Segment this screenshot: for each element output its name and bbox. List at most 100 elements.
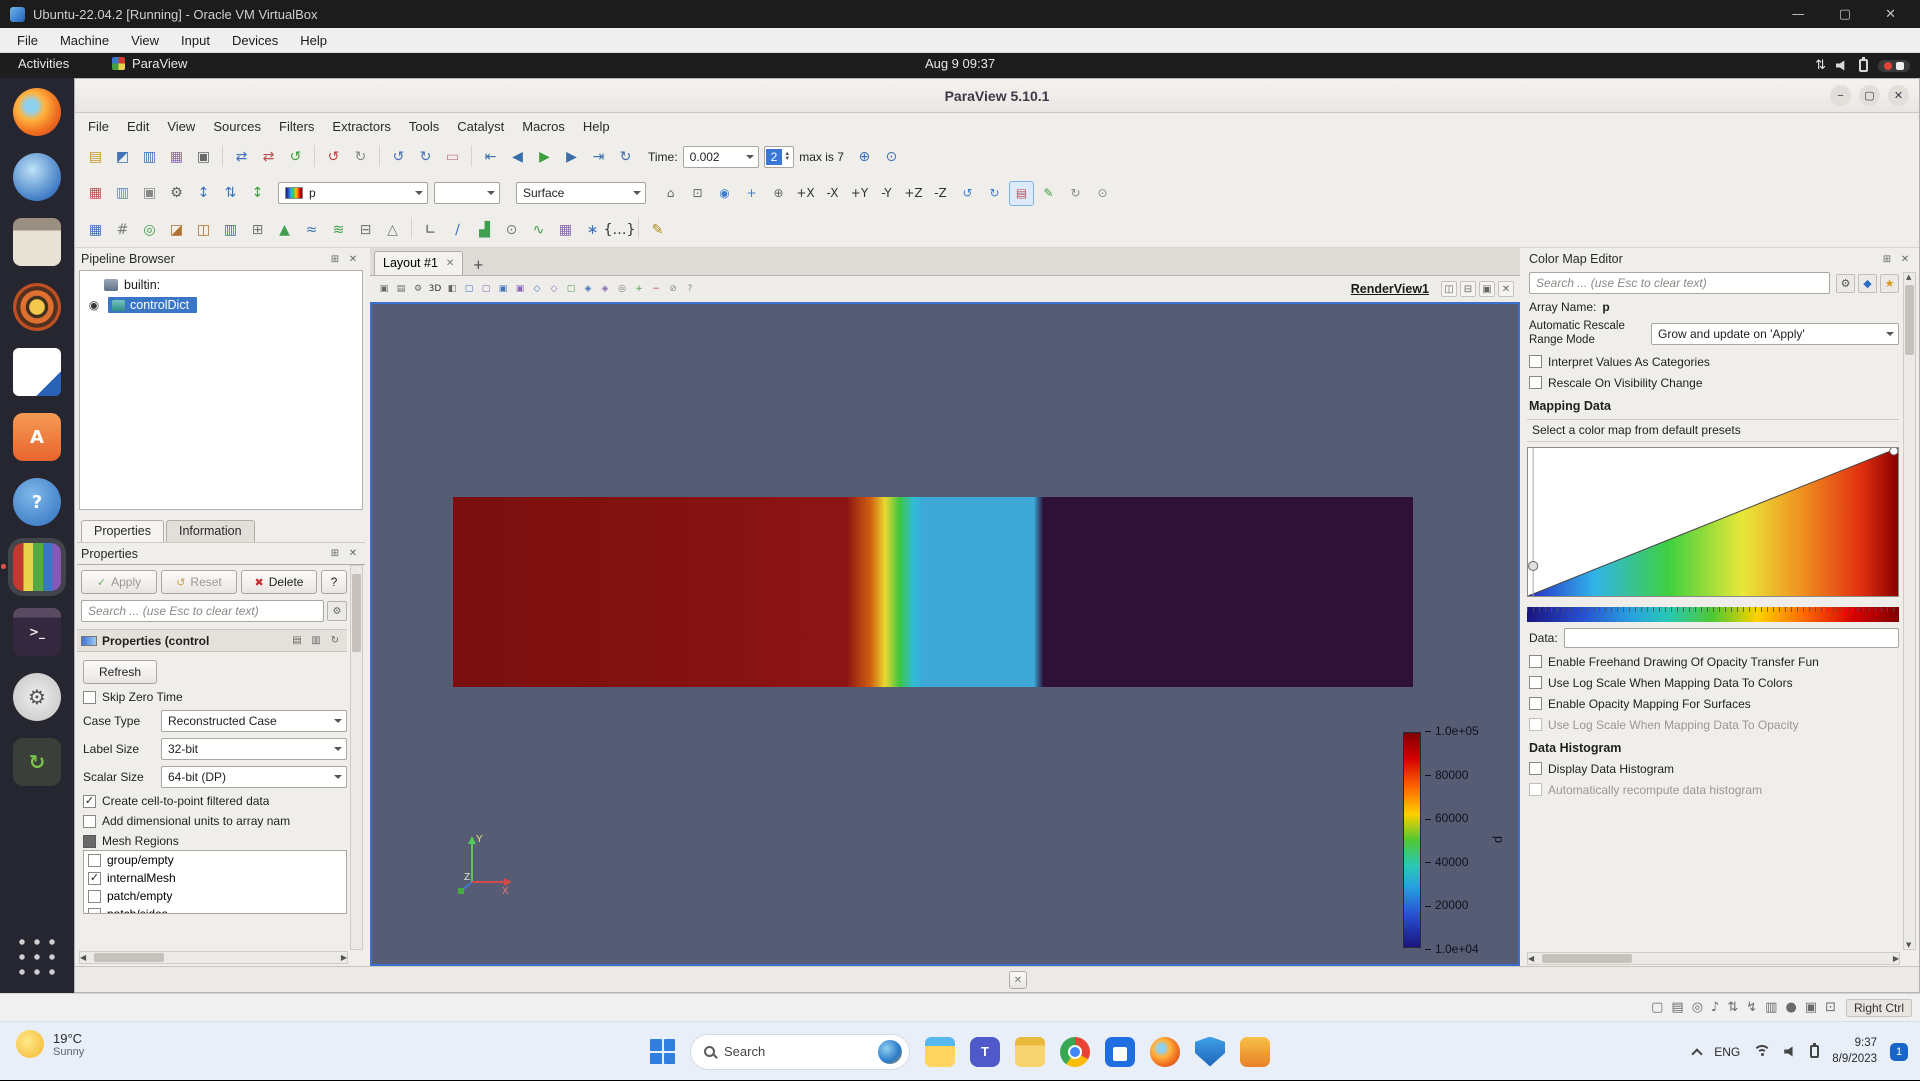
shock-tube-surface[interactable]: [453, 497, 1413, 687]
bookmark-icon[interactable]: ◆: [1858, 274, 1877, 293]
view-plus-y-icon[interactable]: +Y: [847, 181, 872, 206]
paraview-menu-item[interactable]: View: [158, 113, 204, 140]
color-legend-bar[interactable]: [1403, 732, 1421, 948]
previous-frame-icon[interactable]: ◀: [505, 145, 530, 170]
vbox-menu-item[interactable]: View: [120, 28, 170, 53]
start-button[interactable]: [650, 1039, 675, 1064]
scroll-down-icon[interactable]: ▼: [1906, 941, 1911, 949]
show-center-axes-icon[interactable]: +: [739, 181, 764, 206]
paint-app-icon[interactable]: [1240, 1037, 1270, 1067]
firefox-taskbar-icon[interactable]: [1150, 1037, 1180, 1067]
mesh-region-checkbox[interactable]: [88, 890, 101, 903]
cme-horizontal-scrollbar[interactable]: ◀▶: [1527, 952, 1900, 965]
interpret-categories-checkbox[interactable]: [1529, 355, 1542, 368]
scrollbar-thumb[interactable]: [1905, 285, 1914, 355]
time-value-combo[interactable]: 0.002: [683, 146, 759, 168]
delete-button[interactable]: ✖Delete: [241, 570, 317, 594]
next-frame-icon[interactable]: ▶: [559, 145, 584, 170]
slice-icon[interactable]: ◫: [191, 217, 216, 242]
volume-icon[interactable]: [1784, 1046, 1797, 1057]
mesh-region-checkbox[interactable]: [88, 908, 101, 915]
rhythmbox-icon[interactable]: [13, 283, 61, 331]
select-cells-on-icon[interactable]: ▢: [461, 281, 477, 297]
select-points-through-icon[interactable]: ▣: [512, 281, 528, 297]
vbox-menu-item[interactable]: Machine: [49, 28, 120, 53]
show-hidden-icons-chevron[interactable]: [1692, 1048, 1703, 1059]
battery-icon[interactable]: [1859, 59, 1868, 72]
stream-tracer-icon[interactable]: ≈: [299, 217, 324, 242]
properties-search-input[interactable]: [81, 600, 324, 622]
select-cells-through-icon[interactable]: ▣: [495, 281, 511, 297]
renderview-title[interactable]: RenderView1: [1351, 282, 1429, 296]
cme-search-input[interactable]: [1529, 272, 1830, 294]
display-histogram-checkbox[interactable]: [1529, 762, 1542, 775]
open-file-icon[interactable]: ▤: [83, 145, 108, 170]
visibility-eye-icon[interactable]: ◉: [86, 298, 102, 312]
mesh-region-row[interactable]: internalMesh: [84, 869, 346, 887]
log-scale-opacity-checkbox[interactable]: [1529, 718, 1542, 731]
wifi-icon[interactable]: [1753, 1045, 1771, 1058]
properties-vertical-scrollbar[interactable]: [350, 565, 363, 950]
rotate-ccw-icon[interactable]: ↺: [955, 181, 980, 206]
close-panel-icon[interactable]: ✕: [1897, 251, 1913, 267]
pv-minimize-button[interactable]: −: [1830, 85, 1851, 106]
show-orientation-axes-icon[interactable]: ◉: [712, 181, 737, 206]
notification-badge[interactable]: 1: [1890, 1043, 1908, 1061]
spin-arrows-icon[interactable]: ▲▼: [782, 152, 792, 162]
choose-layout-icon[interactable]: ▤: [393, 281, 409, 297]
close-panel-icon[interactable]: ✕: [345, 546, 361, 562]
properties-horizontal-scrollbar[interactable]: ◀▶: [79, 951, 348, 964]
axes-cube-icon[interactable]: ◧: [444, 281, 460, 297]
play-icon[interactable]: ▶: [532, 145, 557, 170]
scroll-right-icon[interactable]: ▶: [1893, 954, 1899, 963]
mesh-region-row[interactable]: group/empty: [84, 851, 346, 869]
minimize-button[interactable]: —: [1792, 7, 1805, 22]
activities-button[interactable]: Activities: [18, 56, 69, 71]
vbox-menu-item[interactable]: File: [6, 28, 49, 53]
opacity-surfaces-checkbox[interactable]: [1529, 697, 1542, 710]
case-type-combo[interactable]: Reconstructed Case: [161, 710, 347, 732]
vbox-menu-item[interactable]: Input: [170, 28, 221, 53]
vm-optical-icon[interactable]: ◎: [1692, 1000, 1703, 1015]
view-plus-z-icon[interactable]: +Z: [901, 181, 926, 206]
toggle-axes-grid-icon[interactable]: ∟: [418, 217, 443, 242]
topbar-clock[interactable]: Aug 9 09:37: [925, 56, 995, 71]
loop-icon[interactable]: ↻: [613, 145, 638, 170]
camera-link-icon[interactable]: ?: [682, 281, 698, 297]
maximize-view-icon[interactable]: ▣: [1479, 281, 1495, 297]
paraview-menu-item[interactable]: Catalyst: [448, 113, 513, 140]
label-size-combo[interactable]: 32-bit: [161, 738, 347, 760]
pipeline-item-controldict[interactable]: ◉ controlDict: [80, 295, 362, 315]
rescale-mode-combo[interactable]: Grow and update on 'Apply': [1651, 323, 1899, 345]
screen-record-indicator[interactable]: [1878, 60, 1910, 72]
libreoffice-writer-icon[interactable]: [13, 348, 61, 396]
save-screenshot-icon[interactable]: ▣: [191, 145, 216, 170]
rescale-custom-range-icon[interactable]: ⇅: [218, 181, 243, 206]
scrollbar-thumb[interactable]: [94, 953, 164, 962]
histogram-icon[interactable]: ▟: [472, 217, 497, 242]
view-minus-y-icon[interactable]: -Y: [874, 181, 899, 206]
paraview-menu-item[interactable]: File: [79, 113, 118, 140]
vm-features-icon[interactable]: ▣: [1805, 1000, 1817, 1015]
transfer-function-editor[interactable]: [1527, 447, 1899, 597]
interactive-select-cells-icon[interactable]: ◈: [580, 281, 596, 297]
file-explorer-icon[interactable]: [925, 1037, 955, 1067]
scalar-bar-visibility-icon[interactable]: ⊙: [1090, 181, 1115, 206]
save-data-icon[interactable]: ◩: [110, 145, 135, 170]
clock-widget[interactable]: 9:37 8/9/2023: [1832, 1036, 1877, 1067]
probe-location-icon[interactable]: ⊙: [499, 217, 524, 242]
log-scale-colors-checkbox[interactable]: [1529, 676, 1542, 689]
reset-camera-icon[interactable]: ⌂: [658, 181, 683, 206]
extract-level-icon[interactable]: △: [380, 217, 405, 242]
copy-properties-icon[interactable]: ▤: [289, 633, 305, 649]
glyph-icon[interactable]: ▲: [272, 217, 297, 242]
app-menu[interactable]: ParaView: [112, 56, 187, 71]
colormap-strip[interactable]: [1527, 607, 1899, 622]
reload-properties-icon[interactable]: ↻: [327, 633, 343, 649]
capture-screenshot-icon[interactable]: ▣: [376, 281, 392, 297]
skip-zero-time-checkbox[interactable]: [83, 691, 96, 704]
reset-session-icon[interactable]: ↺: [283, 145, 308, 170]
vm-audio-icon[interactable]: ♪: [1711, 1000, 1719, 1015]
disconnect-server-icon[interactable]: ⇄: [256, 145, 281, 170]
software-updater-icon[interactable]: ↻: [13, 738, 61, 786]
